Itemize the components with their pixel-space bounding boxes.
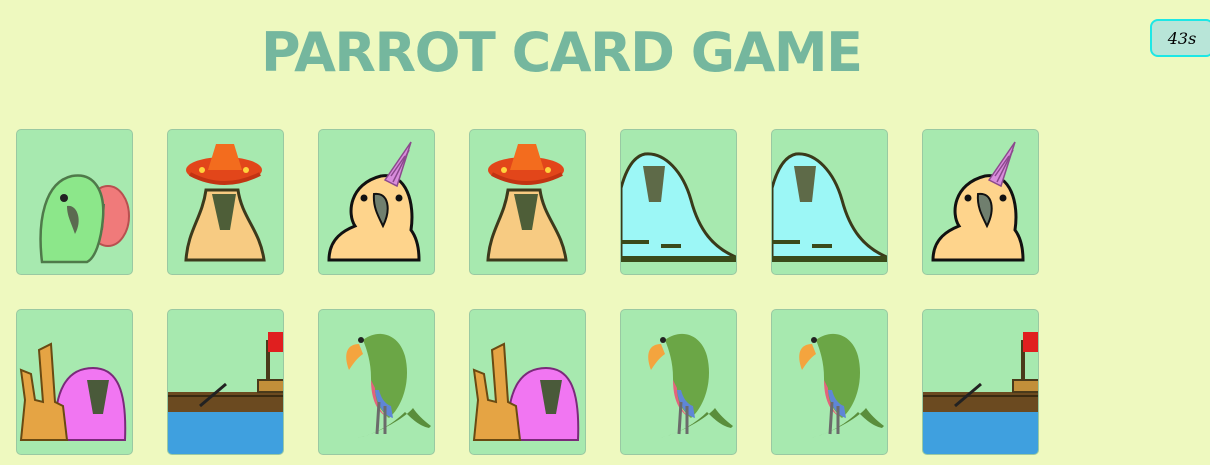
unicorn-parrot-icon [327, 141, 421, 262]
card-3[interactable] [318, 129, 435, 275]
metal-parrot-icon [19, 342, 127, 441]
card-11[interactable] [469, 309, 586, 455]
card-13[interactable] [771, 309, 888, 455]
explody-parrot-icon [772, 152, 887, 262]
card-9[interactable] [167, 309, 284, 455]
timer-badge: 43s [1150, 19, 1210, 57]
bob-parrot-icon [799, 333, 884, 438]
explody-parrot-icon [621, 152, 736, 262]
metal-parrot-icon [472, 342, 580, 441]
card-12[interactable] [620, 309, 737, 455]
card-14[interactable] [922, 309, 1039, 455]
card-5[interactable] [620, 129, 737, 275]
game-title: PARROT CARD GAME [261, 21, 863, 84]
card-7[interactable] [922, 129, 1039, 275]
card-8[interactable] [16, 309, 133, 455]
fiesta-parrot-icon [184, 144, 266, 262]
card-1[interactable] [16, 129, 133, 275]
fiesta-parrot-icon [486, 144, 568, 262]
bob-parrot-icon [346, 333, 431, 438]
card-4[interactable] [469, 129, 586, 275]
bob-parrot-icon [648, 333, 733, 438]
unicorn-parrot-icon [931, 141, 1025, 262]
card-10[interactable] [318, 309, 435, 455]
card-6[interactable] [771, 129, 888, 275]
ship-parrot-icon [168, 332, 283, 454]
ship-parrot-icon [923, 332, 1038, 454]
party-parrot-green-icon [39, 174, 130, 264]
card-2[interactable] [167, 129, 284, 275]
